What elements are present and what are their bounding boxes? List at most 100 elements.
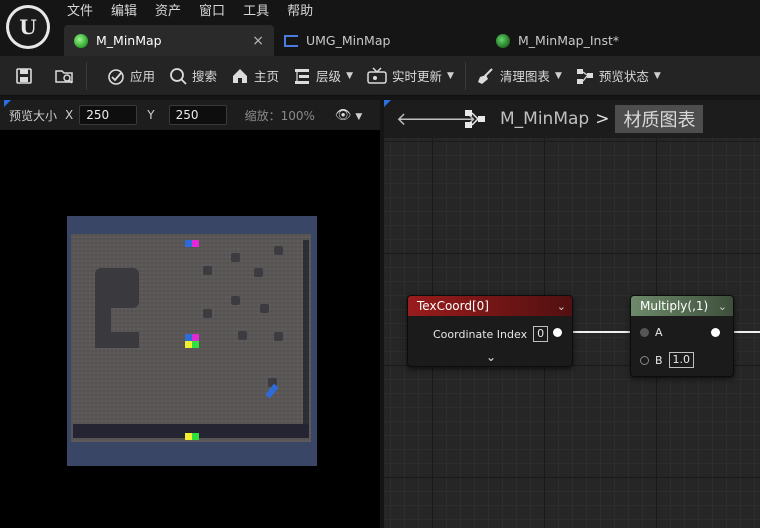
home-icon	[233, 68, 248, 83]
breadcrumb: M_MinMap > 材质图表	[500, 105, 704, 133]
map-dot	[203, 309, 212, 318]
map-dot	[274, 332, 283, 341]
chevron-down-icon: ▼	[346, 70, 353, 81]
hierarchy-icon	[295, 68, 310, 84]
minimap-preview-image	[67, 216, 317, 466]
menu-asset[interactable]: 资产	[146, 2, 190, 22]
broom-icon	[477, 67, 493, 84]
apply-button[interactable]: 应用	[91, 56, 162, 96]
browse-button[interactable]	[39, 56, 82, 96]
menu-window[interactable]: 窗口	[190, 2, 234, 22]
map-marker	[185, 334, 192, 341]
live-update-button[interactable]: 实时更新 ▼	[360, 56, 461, 96]
menu-bar: 文件 编辑 资产 窗口 工具 帮助	[58, 2, 322, 22]
eye-icon[interactable]: 👁 ▼	[335, 108, 362, 123]
coordinate-index-input[interactable]: 0	[533, 326, 549, 342]
menu-edit[interactable]: 编辑	[102, 2, 146, 22]
back-arrow-icon[interactable]: 🡐	[396, 109, 444, 130]
save-icon	[16, 67, 32, 84]
expand-chevron-icon[interactable]: ⌄	[486, 350, 496, 364]
map-dot	[238, 331, 247, 340]
map-block	[95, 332, 139, 348]
map-dot	[203, 266, 212, 275]
chevron-down-icon[interactable]: ⌄	[718, 300, 727, 313]
y-label: Y	[147, 108, 155, 122]
multiply-node[interactable]: Multiply(,1) ⌄ A B 1.0	[630, 295, 734, 377]
map-marker	[192, 341, 199, 348]
pin-a-label: A	[655, 326, 663, 339]
input-pin-icon[interactable]	[640, 355, 649, 365]
preview-state-label: 预览状态	[598, 69, 649, 84]
live-update-icon	[367, 66, 387, 84]
map-block	[95, 268, 139, 308]
preview-size-label: 预览大小	[9, 108, 58, 123]
pin-a-row: A	[640, 326, 663, 339]
preview-state-button[interactable]: 预览状态 ▼	[569, 56, 668, 96]
tab-m-minmap-inst[interactable]: M_MinMap_Inst*	[486, 25, 629, 56]
map-marker	[192, 240, 199, 247]
material-icon	[74, 33, 88, 48]
input-pin-icon[interactable]	[640, 328, 649, 337]
output-pin-icon[interactable]	[711, 328, 720, 337]
home-label: 主页	[254, 69, 280, 84]
save-button[interactable]	[0, 56, 39, 96]
map-dot	[231, 253, 240, 262]
preview-y-input[interactable]: 250	[168, 105, 227, 125]
tab-label: M_MinMap	[96, 33, 162, 48]
chevron-down-icon: ▼	[447, 70, 454, 81]
preview-header: 预览大小 X 250 Y 250 缩放：100% 👁 ▼	[0, 100, 380, 130]
tab-label: UMG_MinMap	[306, 33, 391, 48]
node-title-bar[interactable]: TexCoord[0] ⌄	[408, 296, 572, 316]
texcoord-node[interactable]: TexCoord[0] ⌄ Coordinate Index 0 ⌄	[407, 295, 573, 367]
toolbar-divider	[86, 61, 87, 90]
home-button[interactable]: 主页	[224, 56, 286, 96]
folder-search-icon	[55, 69, 73, 84]
menu-help[interactable]: 帮助	[278, 2, 322, 22]
menu-tools[interactable]: 工具	[234, 2, 278, 22]
search-button[interactable]: 搜索	[162, 56, 224, 96]
panel-corner-marker	[4, 100, 11, 107]
search-label: 搜索	[192, 69, 218, 84]
unreal-logo-icon[interactable]: U	[6, 5, 50, 49]
node-title-bar[interactable]: Multiply(,1) ⌄	[631, 296, 733, 316]
menu-file[interactable]: 文件	[58, 2, 102, 22]
tab-m-minmap[interactable]: M_MinMap ×	[64, 25, 274, 56]
pin-label: Coordinate Index	[433, 327, 528, 341]
preview-state-icon	[576, 68, 593, 84]
tab-umg-minmap[interactable]: UMG_MinMap	[274, 25, 486, 56]
preview-x-input[interactable]: 250	[79, 105, 138, 125]
output-pin-icon[interactable]	[553, 328, 562, 337]
node-title: Multiply(,1)	[640, 299, 709, 313]
zoom-level: 缩放：100%	[244, 108, 315, 123]
clean-graph-label: 清理图表	[499, 69, 550, 84]
map-marker	[185, 240, 192, 247]
widget-blueprint-icon	[284, 34, 298, 47]
toolbar: 应用 搜索 主页 层级 ▼ 实时更新 ▼ 清理图表 ▼ 预览状态 ▼	[0, 56, 760, 96]
map-dot	[260, 304, 269, 313]
title-bar: U 文件 编辑 资产 窗口 工具 帮助 M_MinMap × UMG_MinMa…	[0, 0, 760, 56]
map-wall	[303, 240, 309, 436]
forward-arrow-icon[interactable]: 🡒	[428, 109, 476, 130]
map-marker	[185, 341, 192, 348]
map-marker	[192, 433, 199, 440]
map-marker	[185, 433, 192, 440]
breadcrumb-current: 材质图表	[615, 105, 704, 133]
map-dot	[231, 296, 240, 305]
x-label: X	[65, 108, 74, 122]
pin-b-value-input[interactable]: 1.0	[668, 352, 695, 368]
apply-icon	[108, 68, 124, 85]
chevron-down-icon[interactable]: ⌄	[557, 300, 566, 313]
toolbar-divider	[464, 61, 466, 90]
graph-header: 🡐 🡒 M_MinMap > 材质图表	[384, 100, 760, 138]
hierarchy-button[interactable]: 层级 ▼	[286, 56, 360, 96]
pin-b-label: B	[655, 353, 663, 367]
breadcrumb-root[interactable]: M_MinMap	[500, 109, 589, 129]
pin-b-row: B 1.0	[640, 352, 695, 368]
graph-icon	[465, 110, 485, 128]
close-icon[interactable]: ×	[252, 33, 264, 49]
clean-graph-button[interactable]: 清理图表 ▼	[470, 56, 569, 96]
breadcrumb-separator: >	[595, 109, 610, 129]
search-icon	[170, 67, 187, 85]
apply-label: 应用	[130, 69, 156, 84]
map-marker	[192, 334, 199, 341]
